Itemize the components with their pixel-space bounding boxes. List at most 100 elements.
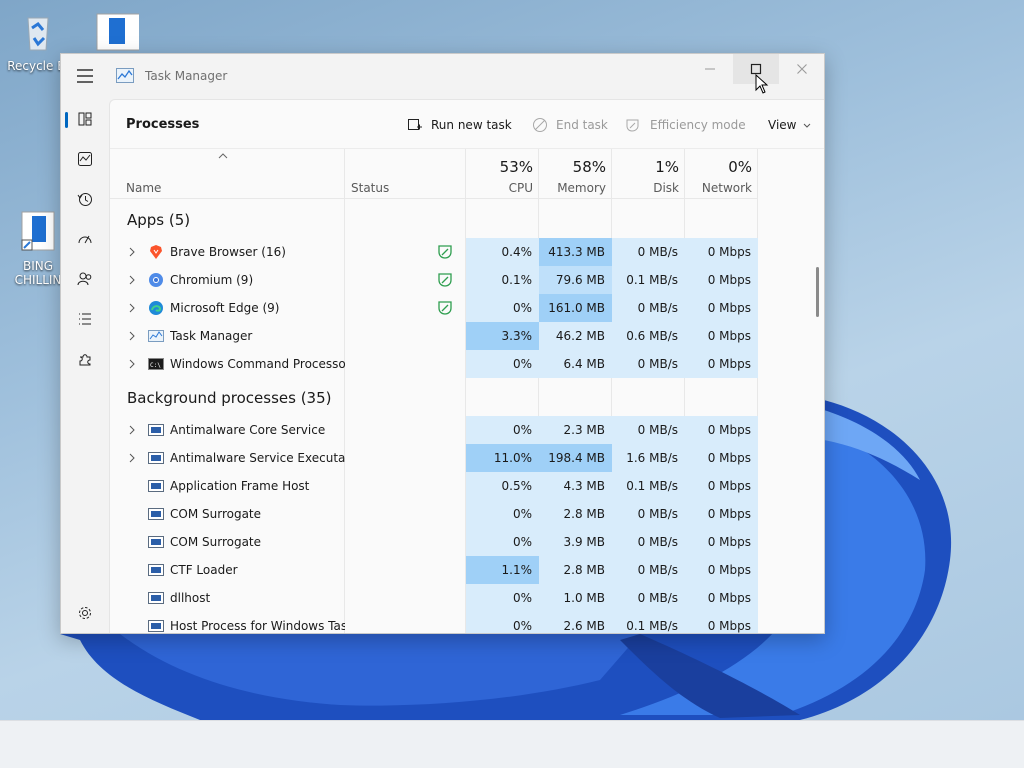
network-cell: 0 Mbps xyxy=(685,472,758,500)
service-icon xyxy=(148,452,164,464)
process-name: Antimalware Service Executable xyxy=(170,451,345,465)
efficiency-mode-button[interactable]: Efficiency mode xyxy=(625,115,746,135)
process-name: COM Surrogate xyxy=(170,535,262,549)
efficiency-leaf-icon xyxy=(438,301,452,315)
recycle-bin-icon xyxy=(27,17,49,51)
title-bar[interactable]: Task Manager xyxy=(61,54,824,99)
memory-cell: 6.4 MB xyxy=(539,350,612,378)
memory-cell: 79.6 MB xyxy=(539,266,612,294)
desktop-icon-label: BING CHILLIN xyxy=(14,259,62,287)
column-header-network[interactable]: 0% Network xyxy=(685,149,758,199)
column-header-cpu[interactable]: 53% CPU xyxy=(466,149,539,199)
service-icon xyxy=(148,592,164,604)
gear-icon xyxy=(79,607,91,619)
column-header-label: Name xyxy=(126,181,162,195)
nav-services[interactable] xyxy=(71,345,99,373)
chevron-right-icon[interactable] xyxy=(127,424,137,436)
run-new-task-label: Run new task xyxy=(431,118,512,132)
table-row[interactable]: Microsoft Edge (9) 0% 161.0 MB 0 MB/s 0 … xyxy=(110,294,758,322)
nav-app-history[interactable] xyxy=(71,185,99,213)
column-header-memory[interactable]: 58% Memory xyxy=(539,149,612,199)
view-dropdown[interactable]: View xyxy=(768,115,813,135)
process-name: Host Process for Windows Tasks xyxy=(170,619,345,633)
group-gap xyxy=(466,386,757,416)
memory-cell: 4.3 MB xyxy=(539,472,612,500)
table-row[interactable]: Chromium (9) 0.1% 79.6 MB 0.1 MB/s 0 Mbp… xyxy=(110,266,758,294)
table-row[interactable]: Brave Browser (16) 0.4% 413.3 MB 0 MB/s … xyxy=(110,238,758,266)
column-header-label: Memory xyxy=(557,181,606,195)
service-icon xyxy=(148,508,164,520)
details-list-icon xyxy=(79,313,91,325)
taskbar[interactable] xyxy=(0,720,1024,768)
cpu-total-percent: 53% xyxy=(499,158,533,176)
table-row[interactable]: dllhost 0% 1.0 MB 0 MB/s 0 Mbps xyxy=(110,584,758,612)
table-row[interactable]: CTF Loader 1.1% 2.8 MB 0 MB/s 0 Mbps xyxy=(110,556,758,584)
process-name: Antimalware Core Service xyxy=(170,423,326,437)
table-row[interactable]: Application Frame Host 0.5% 4.3 MB 0.1 M… xyxy=(110,472,758,500)
chevron-right-icon[interactable] xyxy=(127,330,137,342)
group-header-apps[interactable]: Apps (5) xyxy=(127,211,190,229)
cpu-cell: 0% xyxy=(466,350,539,378)
minimize-button[interactable] xyxy=(687,54,733,84)
disk-cell: 0 MB/s xyxy=(612,500,685,528)
table-row[interactable]: Antimalware Service Executable 11.0% 198… xyxy=(110,444,758,472)
chevron-right-icon[interactable] xyxy=(127,274,137,286)
nav-processes[interactable] xyxy=(65,105,99,133)
chevron-right-icon[interactable] xyxy=(127,302,137,314)
app-shortcut-icon xyxy=(96,13,144,51)
mouse-cursor-icon xyxy=(755,74,769,94)
process-name: CTF Loader xyxy=(170,563,238,577)
memory-cell: 198.4 MB xyxy=(539,444,612,472)
task-manager-app-icon xyxy=(116,68,134,83)
process-name: Application Frame Host xyxy=(170,479,310,493)
table-row[interactable]: COM Surrogate 0% 2.8 MB 0 MB/s 0 Mbps xyxy=(110,500,758,528)
table-row[interactable]: C:\ Windows Command Processo... 0% 6.4 M… xyxy=(110,350,758,378)
memory-cell: 161.0 MB xyxy=(539,294,612,322)
memory-cell: 413.3 MB xyxy=(539,238,612,266)
column-header-label: Disk xyxy=(653,181,679,195)
nav-settings[interactable] xyxy=(71,599,99,627)
disk-cell: 0 MB/s xyxy=(612,556,685,584)
chevron-right-icon[interactable] xyxy=(127,246,137,258)
memory-cell: 46.2 MB xyxy=(539,322,612,350)
hamburger-menu-icon[interactable] xyxy=(73,66,97,86)
vertical-scrollbar[interactable] xyxy=(816,267,819,317)
process-name: Brave Browser (16) xyxy=(170,245,286,259)
task-manager-icon xyxy=(148,330,164,342)
memory-cell: 2.3 MB xyxy=(539,416,612,444)
table-row[interactable]: Host Process for Windows Tasks 0% 2.6 MB… xyxy=(110,612,758,633)
close-button[interactable] xyxy=(779,54,824,84)
nav-details[interactable] xyxy=(71,305,99,333)
cpu-cell: 0.5% xyxy=(466,472,539,500)
nav-startup-apps[interactable] xyxy=(71,225,99,253)
nav-users[interactable] xyxy=(71,265,99,293)
table-row[interactable]: Task Manager 3.3% 46.2 MB 0.6 MB/s 0 Mbp… xyxy=(110,322,758,350)
network-cell: 0 Mbps xyxy=(685,294,758,322)
column-header-disk[interactable]: 1% Disk xyxy=(612,149,685,199)
minimize-icon xyxy=(705,68,715,70)
disk-cell: 1.6 MB/s xyxy=(612,444,685,472)
processes-page: Processes Run new task End task Efficien… xyxy=(109,99,824,633)
process-name: COM Surrogate xyxy=(170,507,262,521)
disk-cell: 0.1 MB/s xyxy=(612,472,685,500)
run-task-icon xyxy=(408,119,422,130)
page-title: Processes xyxy=(126,117,200,132)
chevron-right-icon[interactable] xyxy=(127,452,137,464)
table-row[interactable]: Antimalware Core Service 0% 2.3 MB 0 MB/… xyxy=(110,416,758,444)
memory-cell: 2.6 MB xyxy=(539,612,612,633)
column-header-name[interactable]: Name xyxy=(110,149,344,199)
end-task-button[interactable]: End task xyxy=(531,115,608,135)
chevron-right-icon[interactable] xyxy=(127,358,137,370)
column-header-label: Status xyxy=(351,181,390,195)
nav-performance[interactable] xyxy=(71,145,99,173)
network-cell: 0 Mbps xyxy=(685,266,758,294)
column-header-status[interactable]: Status xyxy=(345,149,465,199)
command-bar: Processes Run new task End task Efficien… xyxy=(110,100,824,149)
service-icon xyxy=(148,536,164,548)
run-new-task-button[interactable]: Run new task xyxy=(406,115,512,135)
window-title: Task Manager xyxy=(145,69,228,83)
cmd-icon: C:\ xyxy=(148,358,164,370)
table-row[interactable]: COM Surrogate 0% 3.9 MB 0 MB/s 0 Mbps xyxy=(110,528,758,556)
group-header-background[interactable]: Background processes (35) xyxy=(127,389,332,407)
network-total-percent: 0% xyxy=(728,158,752,176)
